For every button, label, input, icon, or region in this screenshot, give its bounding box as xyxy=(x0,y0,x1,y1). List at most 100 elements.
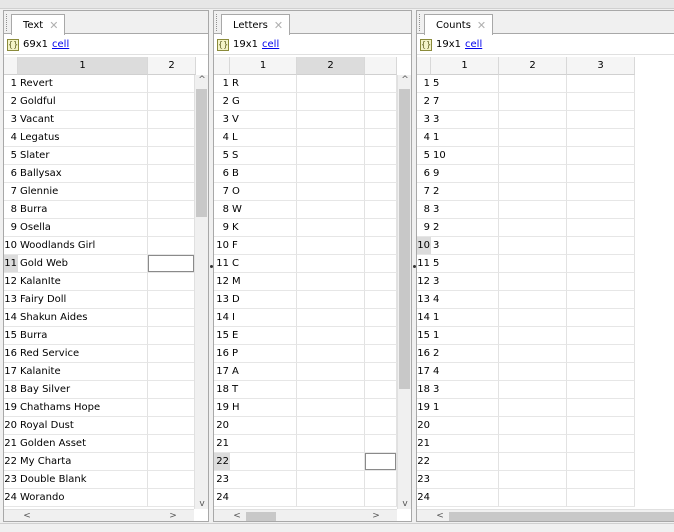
table-row[interactable]: 14 I xyxy=(214,309,411,327)
table-cell[interactable] xyxy=(230,453,297,471)
table-row[interactable]: 4L xyxy=(214,129,411,147)
row-number[interactable]: 6 xyxy=(417,165,431,183)
table-cell[interactable] xyxy=(431,471,499,489)
table-cell[interactable] xyxy=(365,471,397,489)
corner-header[interactable] xyxy=(417,57,431,75)
table-cell[interactable] xyxy=(567,75,635,93)
table-cell[interactable] xyxy=(297,183,365,201)
table-cell[interactable] xyxy=(499,147,567,165)
class-link[interactable]: cell xyxy=(262,39,279,50)
table-row[interactable]: 1R xyxy=(214,75,411,93)
table-cell[interactable]: C xyxy=(230,255,297,273)
row-number[interactable]: 16 xyxy=(4,345,18,363)
table-cell[interactable] xyxy=(365,219,397,237)
table-cell[interactable] xyxy=(499,255,567,273)
row-number[interactable]: 14 xyxy=(4,309,18,327)
table-row[interactable]: 92 xyxy=(417,219,674,237)
table-cell[interactable] xyxy=(567,219,635,237)
table-cell[interactable]: Vacant xyxy=(18,111,148,129)
table-cell[interactable]: S xyxy=(230,147,297,165)
row-number[interactable]: 12 xyxy=(214,273,230,291)
row-number[interactable]: 1 xyxy=(214,75,230,93)
table-cell[interactable] xyxy=(230,489,297,507)
table-cell[interactable]: 1 xyxy=(431,129,499,147)
table-row[interactable]: 15 E xyxy=(214,327,411,345)
table-row[interactable]: 18 Bay Silver xyxy=(4,381,208,399)
chevron-up-icon[interactable]: ^ xyxy=(195,75,208,85)
table-cell[interactable] xyxy=(297,255,365,273)
table-cell[interactable] xyxy=(148,345,196,363)
tab-text[interactable]: Text ✕ xyxy=(11,14,66,35)
table-cell[interactable] xyxy=(148,129,196,147)
table-cell[interactable]: P xyxy=(230,345,297,363)
table-cell[interactable]: 3 xyxy=(431,273,499,291)
column-header[interactable]: 2 xyxy=(148,57,196,75)
table-cell[interactable] xyxy=(297,381,365,399)
table-cell[interactable] xyxy=(297,489,365,507)
table-cell[interactable] xyxy=(567,201,635,219)
table-row[interactable]: 7 Glennie xyxy=(4,183,208,201)
table-cell[interactable] xyxy=(431,453,499,471)
row-number[interactable]: 1 xyxy=(417,75,431,93)
row-number[interactable]: 22 xyxy=(417,453,431,471)
table-row[interactable]: 72 xyxy=(417,183,674,201)
table-cell[interactable]: M xyxy=(230,273,297,291)
row-number[interactable]: 7 xyxy=(214,183,230,201)
table-cell[interactable] xyxy=(499,201,567,219)
table-cell[interactable] xyxy=(567,327,635,345)
table-cell[interactable] xyxy=(297,399,365,417)
table-cell[interactable] xyxy=(365,381,397,399)
table-cell[interactable]: 7 xyxy=(431,93,499,111)
table-cell[interactable]: 2 xyxy=(431,183,499,201)
row-number[interactable]: 12 xyxy=(4,273,18,291)
table-row[interactable]: 24 xyxy=(214,489,411,507)
row-number[interactable]: 10 xyxy=(4,237,18,255)
table-row[interactable]: 21 xyxy=(214,435,411,453)
table-cell[interactable]: R xyxy=(230,75,297,93)
table-cell[interactable]: Double Blank xyxy=(18,471,148,489)
table-cell[interactable] xyxy=(567,93,635,111)
table-row[interactable]: 10 Woodlands Girl xyxy=(4,237,208,255)
table-cell[interactable] xyxy=(499,129,567,147)
row-number[interactable]: 17 xyxy=(214,363,230,381)
row-number[interactable]: 5 xyxy=(214,147,230,165)
corner-header[interactable] xyxy=(214,57,230,75)
row-number[interactable]: 23 xyxy=(4,471,18,489)
row-number[interactable]: 14 xyxy=(214,309,230,327)
table-cell[interactable] xyxy=(567,381,635,399)
drag-grip-icon[interactable] xyxy=(6,14,9,31)
table-row[interactable]: 5 10 xyxy=(417,147,674,165)
cell-editor[interactable] xyxy=(148,255,194,272)
chevron-down-icon[interactable]: v xyxy=(398,499,411,509)
table-cell[interactable]: 4 xyxy=(431,363,499,381)
table-cell[interactable] xyxy=(148,111,196,129)
table-cell[interactable] xyxy=(148,93,196,111)
splitter-handle[interactable] xyxy=(210,265,213,268)
table-cell[interactable] xyxy=(148,381,196,399)
row-number[interactable]: 23 xyxy=(214,471,230,489)
row-number[interactable]: 1 xyxy=(4,75,18,93)
table-cell[interactable] xyxy=(365,165,397,183)
row-number[interactable]: 18 xyxy=(417,381,431,399)
table-row[interactable]: 13 Fairy Doll xyxy=(4,291,208,309)
table-cell[interactable]: 3 xyxy=(431,111,499,129)
table-row[interactable]: 33 xyxy=(417,111,674,129)
row-number[interactable]: 20 xyxy=(214,417,230,435)
table-cell[interactable] xyxy=(148,309,196,327)
table-row[interactable]: 16 P xyxy=(214,345,411,363)
row-number[interactable]: 23 xyxy=(417,471,431,489)
table-cell[interactable] xyxy=(499,327,567,345)
table-row[interactable]: 11 C xyxy=(214,255,411,273)
table-cell[interactable] xyxy=(499,219,567,237)
table-row[interactable]: 24 xyxy=(417,489,674,507)
table-cell[interactable]: My Charta xyxy=(18,453,148,471)
table-cell[interactable]: I xyxy=(230,309,297,327)
table-cell[interactable] xyxy=(567,111,635,129)
vertical-scrollbar[interactable]: ^ v xyxy=(194,75,208,509)
table-row[interactable]: 5S xyxy=(214,147,411,165)
close-icon[interactable]: ✕ xyxy=(274,19,283,32)
table-cell[interactable] xyxy=(567,399,635,417)
table-row[interactable]: 16 2 xyxy=(417,345,674,363)
row-number[interactable]: 12 xyxy=(417,273,431,291)
row-number[interactable]: 21 xyxy=(4,435,18,453)
